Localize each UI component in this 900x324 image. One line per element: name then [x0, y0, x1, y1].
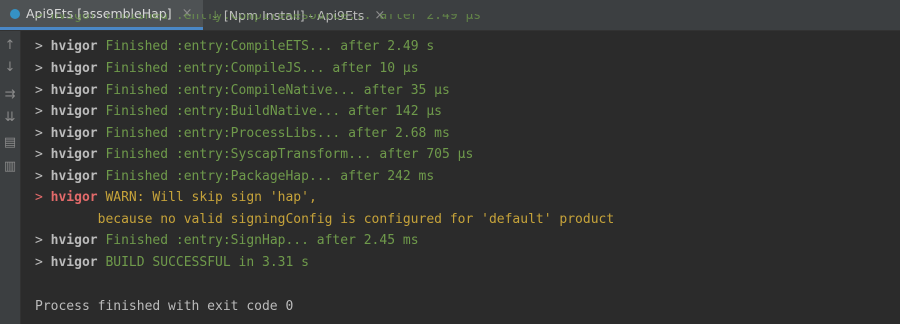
- prompt-marker: >: [35, 104, 43, 119]
- console-line: > hvigor Finished :entry:CompileJS... af…: [35, 59, 419, 79]
- console-line-warning-continued: because no valid signingConfig is config…: [35, 212, 615, 227]
- run-config-icon: [10, 8, 20, 19]
- prompt-marker: >: [35, 233, 43, 248]
- prompt-marker: >: [35, 61, 43, 76]
- tool-name: hvigor: [50, 190, 98, 205]
- warning-message: WARN: Will skip sign 'hap',: [105, 190, 317, 205]
- process-exit-message: Process finished with exit code 0: [35, 299, 294, 314]
- console-line: > hvigor BUILD SUCCESSFUL in 3.31 s: [35, 253, 309, 273]
- build-status-message: BUILD SUCCESSFUL in 3.31 s: [105, 255, 309, 270]
- prompt-marker: >: [35, 126, 43, 141]
- arrow-up-icon[interactable]: ↑: [2, 38, 18, 54]
- console-line-partial: > hvigor Finished :entry:CompileResource…: [35, 14, 482, 23]
- console-output[interactable]: > hvigor Finished :entry:CompileResource…: [35, 10, 895, 324]
- log-message: Finished :entry:CompileETS... after 2.49…: [105, 39, 435, 54]
- console-line: > hvigor Finished :entry:CompileNative..…: [35, 81, 450, 101]
- console-line: > hvigor Finished :entry:PackageHap... a…: [35, 167, 434, 187]
- prompt-marker: >: [35, 83, 43, 98]
- soft-wrap-icon[interactable]: ⇉: [2, 87, 18, 103]
- arrow-down-icon[interactable]: ↓: [2, 60, 18, 76]
- prompt-marker: >: [35, 39, 43, 54]
- tool-name: hvigor: [50, 169, 98, 184]
- tool-name: hvigor: [50, 126, 98, 141]
- log-message: Finished :entry:CompileNative... after 3…: [105, 83, 450, 98]
- log-message: Finished :entry:BuildNative... after 142…: [105, 104, 442, 119]
- tool-name: hvigor: [50, 147, 98, 162]
- tool-name: hvigor: [50, 83, 98, 98]
- log-message: Finished :entry:ProcessLibs... after 2.6…: [105, 126, 450, 141]
- prompt-marker: >: [35, 169, 43, 184]
- tool-name: hvigor: [50, 39, 98, 54]
- log-message: Finished :entry:PackageHap... after 242 …: [105, 169, 435, 184]
- log-message: Finished :entry:SignHap... after 2.45 ms: [105, 233, 419, 248]
- tool-name: hvigor: [50, 61, 98, 76]
- prompt-marker: >: [35, 147, 43, 162]
- console-toolbar: ↑ ↓ ⇉ ⇊ ▤ ▥: [0, 31, 21, 324]
- prompt-marker: >: [35, 255, 43, 270]
- console-line: > hvigor Finished :entry:BuildNative... …: [35, 102, 442, 122]
- tool-name: hvigor: [50, 233, 98, 248]
- console-line: > hvigor Finished :entry:SyscapTransform…: [35, 145, 473, 165]
- log-message: Finished :entry:CompileJS... after 10 μs: [105, 61, 419, 76]
- log-message: Finished :entry:SyscapTransform... after…: [105, 147, 474, 162]
- tool-name: hvigor: [50, 255, 98, 270]
- console-line-warning: > hvigor WARN: Will skip sign 'hap',: [35, 188, 317, 208]
- tool-name: hvigor: [50, 104, 98, 119]
- console-line: > hvigor Finished :entry:SignHap... afte…: [35, 231, 419, 251]
- scroll-to-end-icon[interactable]: ⇊: [2, 110, 18, 126]
- console-line: > hvigor Finished :entry:ProcessLibs... …: [35, 124, 450, 144]
- prompt-marker: >: [35, 190, 43, 205]
- trash-icon[interactable]: ▥: [2, 159, 18, 175]
- print-icon[interactable]: ▤: [2, 135, 18, 151]
- console-line: > hvigor Finished :entry:CompileETS... a…: [35, 37, 434, 57]
